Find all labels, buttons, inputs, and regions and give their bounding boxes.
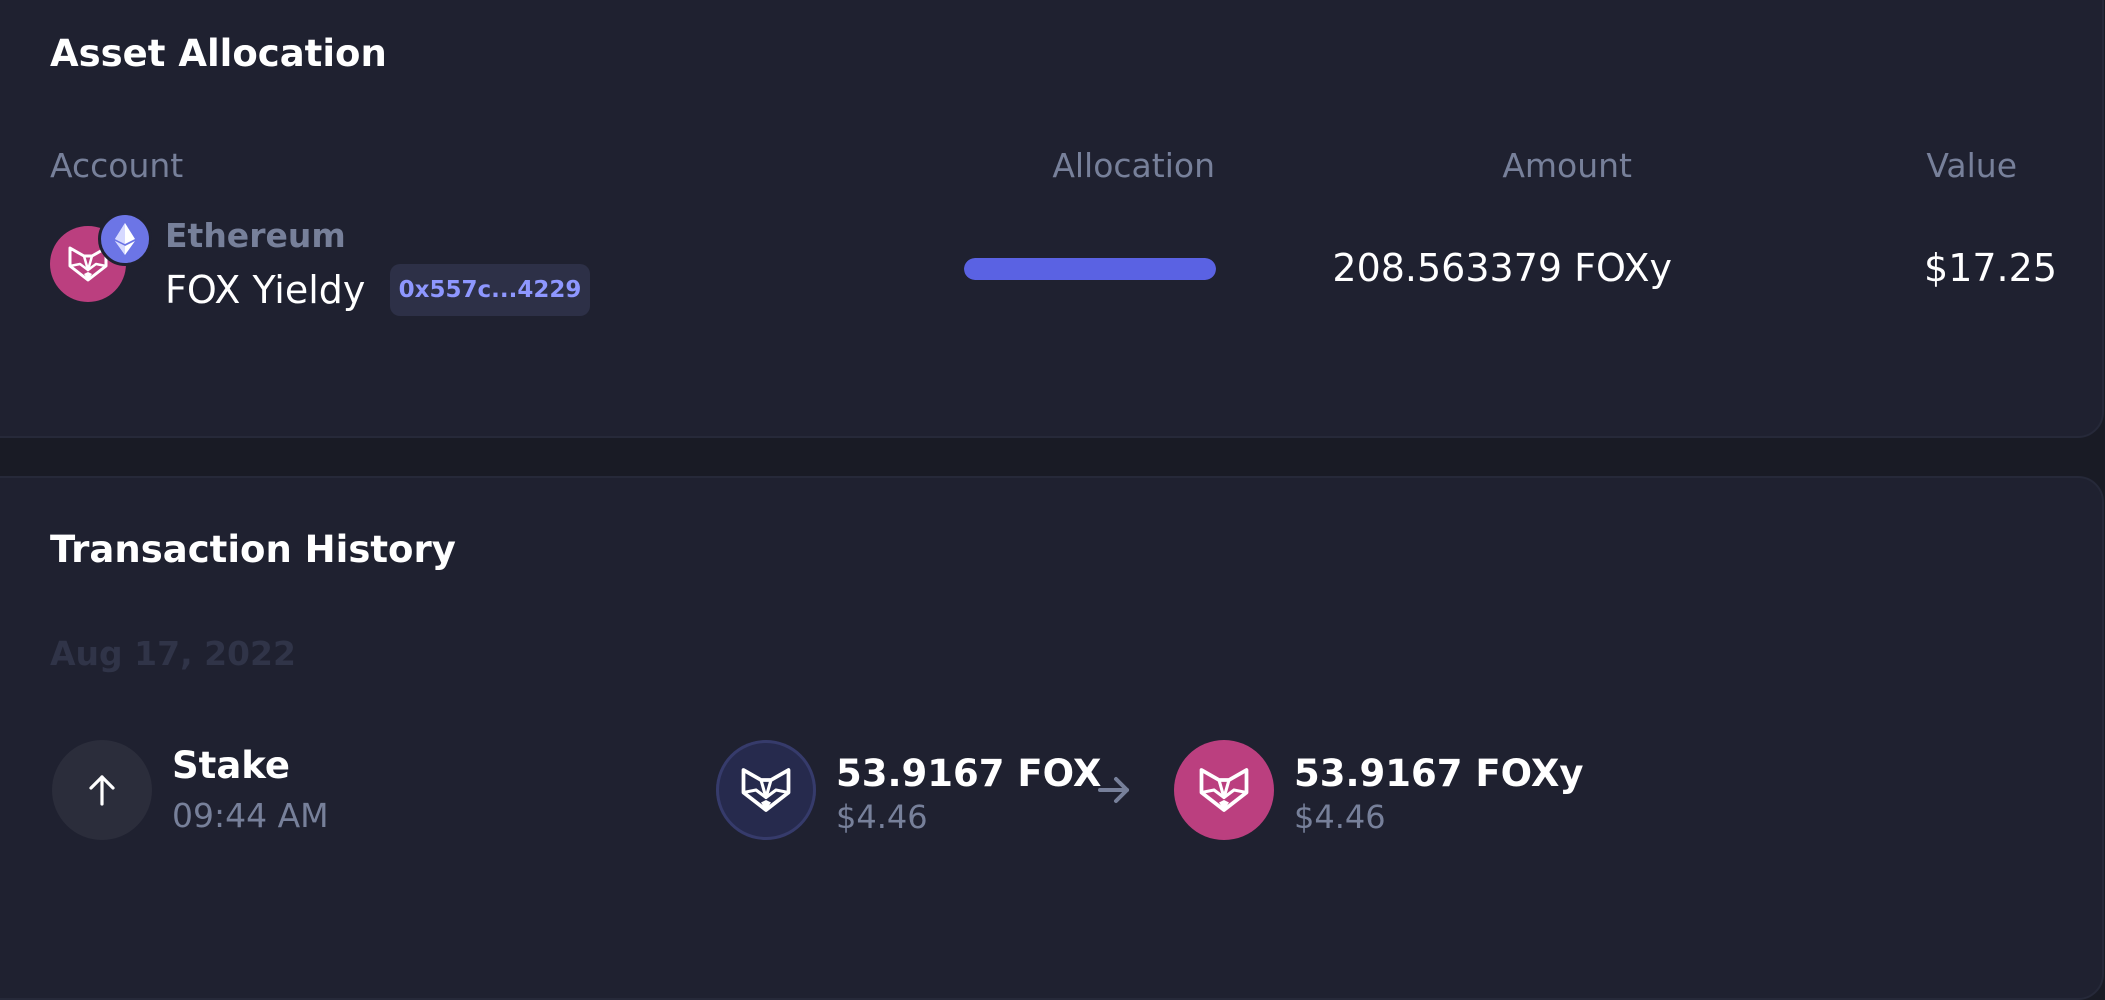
arrow-up-icon (52, 740, 152, 840)
allocation-bar-fill (964, 258, 1216, 280)
amount-value: 208.563379 FOXy (1332, 246, 1672, 290)
transaction-history-title: Transaction History (50, 528, 456, 571)
asset-allocation-title: Asset Allocation (50, 32, 387, 75)
fox-icon (716, 740, 816, 840)
received-fiat-value: $4.46 (1294, 798, 1386, 836)
transaction-date-heading: Aug 17, 2022 (50, 634, 296, 673)
sent-fiat-value: $4.46 (836, 798, 928, 836)
fiat-value: $17.25 (1924, 246, 2057, 290)
address-badge[interactable]: 0x557c...4229 (390, 264, 590, 316)
allocation-row[interactable]: Ethereum FOX Yieldy 0x557c...4229 208.56… (12, 192, 2057, 344)
ethereum-icon (98, 212, 152, 266)
arrow-right-icon (1096, 772, 1132, 808)
column-header-allocation[interactable]: Allocation (972, 146, 1215, 185)
transaction-history-card: Transaction History Aug 17, 2022 Stake 0… (0, 476, 2104, 1000)
transaction-type: Stake (172, 744, 291, 787)
asset-allocation-card: Asset Allocation Account Allocation Amou… (0, 0, 2104, 438)
allocation-bar (964, 258, 1216, 280)
transaction-time: 09:44 AM (172, 796, 329, 835)
sent-amount: 53.9167 FOX (836, 752, 1102, 795)
asset-name: FOX Yieldy (165, 268, 366, 312)
column-header-value[interactable]: Value (1772, 146, 2017, 185)
foxy-icon (1174, 740, 1274, 840)
chain-name: Ethereum (165, 216, 346, 255)
column-header-amount[interactable]: Amount (1372, 146, 1632, 185)
received-amount: 53.9167 FOXy (1294, 752, 1584, 795)
column-header-account[interactable]: Account (50, 146, 183, 185)
transaction-row[interactable]: Stake 09:44 AM 53.9167 FOX $4.46 53.9167… (32, 728, 1632, 858)
